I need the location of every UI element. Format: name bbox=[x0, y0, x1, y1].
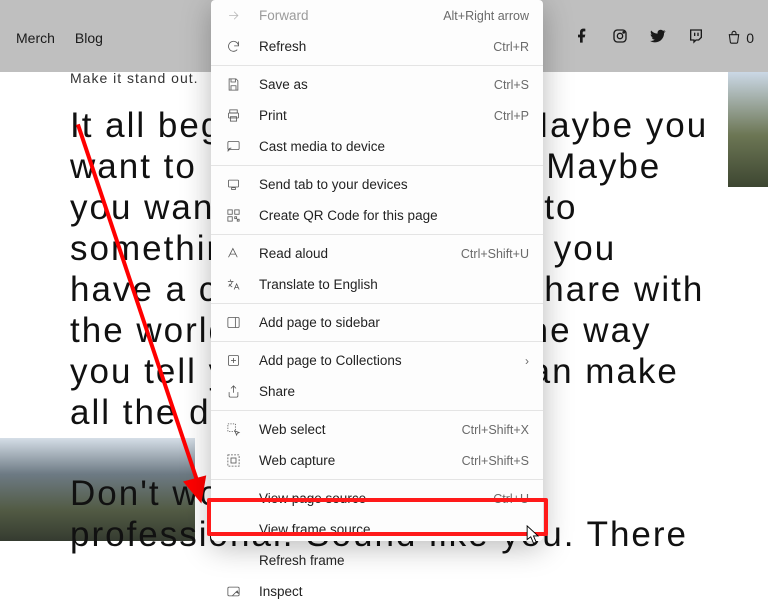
menu-item-shortcut: Ctrl+Shift+X bbox=[462, 423, 529, 437]
menu-item-translate-to-english[interactable]: Translate to English bbox=[211, 269, 543, 300]
menu-item-label: View frame source bbox=[259, 522, 529, 537]
context-menu: ForwardAlt+Right arrowRefreshCtrl+RSave … bbox=[211, 0, 543, 541]
menu-item-forward: ForwardAlt+Right arrow bbox=[211, 0, 543, 31]
menu-separator bbox=[211, 234, 543, 235]
menu-item-label: Read aloud bbox=[259, 246, 461, 261]
hero-image-right bbox=[728, 72, 768, 187]
menu-item-label: Share bbox=[259, 384, 529, 399]
menu-separator bbox=[211, 65, 543, 66]
menu-item-share[interactable]: Share bbox=[211, 376, 543, 407]
menu-item-add-page-to-sidebar[interactable]: Add page to sidebar bbox=[211, 307, 543, 338]
menu-item-web-capture[interactable]: Web captureCtrl+Shift+S bbox=[211, 445, 543, 476]
inspect-icon bbox=[225, 583, 242, 600]
menu-item-shortcut: Alt+Right arrow bbox=[443, 9, 529, 23]
menu-item-label: Add page to Collections bbox=[259, 353, 525, 368]
menu-separator bbox=[211, 479, 543, 480]
menu-item-label: Inspect bbox=[259, 584, 529, 599]
translate-icon bbox=[225, 276, 242, 293]
menu-separator bbox=[211, 303, 543, 304]
twitter-icon[interactable] bbox=[650, 28, 666, 48]
menu-item-read-aloud[interactable]: Read aloudCtrl+Shift+U bbox=[211, 238, 543, 269]
cart-count: 0 bbox=[746, 30, 754, 46]
send-icon bbox=[225, 176, 242, 193]
menu-item-shortcut: Ctrl+U bbox=[493, 492, 529, 506]
menu-separator bbox=[211, 341, 543, 342]
menu-item-label: Print bbox=[259, 108, 494, 123]
menu-item-web-select[interactable]: Web selectCtrl+Shift+X bbox=[211, 414, 543, 445]
menu-item-save-as[interactable]: Save asCtrl+S bbox=[211, 69, 543, 100]
cart-button[interactable]: 0 bbox=[726, 30, 754, 46]
facebook-icon[interactable] bbox=[574, 28, 590, 48]
twitch-icon[interactable] bbox=[688, 28, 704, 48]
menu-item-label: Cast media to device bbox=[259, 139, 529, 154]
menu-item-label: Refresh bbox=[259, 39, 493, 54]
menu-item-shortcut: Ctrl+Shift+S bbox=[462, 454, 529, 468]
menu-separator bbox=[211, 165, 543, 166]
menu-item-view-page-source[interactable]: View page sourceCtrl+U bbox=[211, 483, 543, 514]
save-icon bbox=[225, 76, 242, 93]
menu-item-send-tab-to-your-devices[interactable]: Send tab to your devices bbox=[211, 169, 543, 200]
menu-item-shortcut: Ctrl+P bbox=[494, 109, 529, 123]
menu-item-label: Web capture bbox=[259, 453, 462, 468]
menu-item-view-frame-source[interactable]: View frame source bbox=[211, 514, 543, 545]
print-icon bbox=[225, 107, 242, 124]
menu-item-print[interactable]: PrintCtrl+P bbox=[211, 100, 543, 131]
nav-merch[interactable]: Merch bbox=[16, 30, 55, 46]
chevron-right-icon: › bbox=[525, 354, 529, 368]
qr-icon bbox=[225, 207, 242, 224]
cast-icon bbox=[225, 138, 242, 155]
menu-item-shortcut: Ctrl+Shift+U bbox=[461, 247, 529, 261]
menu-item-label: Create QR Code for this page bbox=[259, 208, 529, 223]
collect-icon bbox=[225, 352, 242, 369]
menu-item-label: Send tab to your devices bbox=[259, 177, 529, 192]
menu-separator bbox=[211, 410, 543, 411]
read-icon bbox=[225, 245, 242, 262]
share-icon bbox=[225, 383, 242, 400]
subtitle: Make it stand out. bbox=[70, 70, 199, 86]
refresh-icon bbox=[225, 38, 242, 55]
menu-item-label: View page source bbox=[259, 491, 493, 506]
menu-item-label: Translate to English bbox=[259, 277, 529, 292]
menu-item-label: Forward bbox=[259, 8, 443, 23]
menu-item-create-qr-code-for-this-page[interactable]: Create QR Code for this page bbox=[211, 200, 543, 231]
menu-item-shortcut: Ctrl+S bbox=[494, 78, 529, 92]
menu-item-refresh[interactable]: RefreshCtrl+R bbox=[211, 31, 543, 62]
menu-item-label: Refresh frame bbox=[259, 553, 529, 568]
webselect-icon bbox=[225, 421, 242, 438]
menu-item-shortcut: Ctrl+R bbox=[493, 40, 529, 54]
menu-item-cast-media-to-device[interactable]: Cast media to device bbox=[211, 131, 543, 162]
menu-item-label: Save as bbox=[259, 77, 494, 92]
menu-item-label: Web select bbox=[259, 422, 462, 437]
instagram-icon[interactable] bbox=[612, 28, 628, 48]
menu-item-inspect[interactable]: Inspect bbox=[211, 576, 543, 607]
sidebar-icon bbox=[225, 314, 242, 331]
menu-item-label: Add page to sidebar bbox=[259, 315, 529, 330]
webcapture-icon bbox=[225, 452, 242, 469]
menu-item-refresh-frame[interactable]: Refresh frame bbox=[211, 545, 543, 576]
nav-blog[interactable]: Blog bbox=[75, 30, 103, 46]
forward-icon bbox=[225, 7, 242, 24]
menu-item-add-page-to-collections[interactable]: Add page to Collections› bbox=[211, 345, 543, 376]
